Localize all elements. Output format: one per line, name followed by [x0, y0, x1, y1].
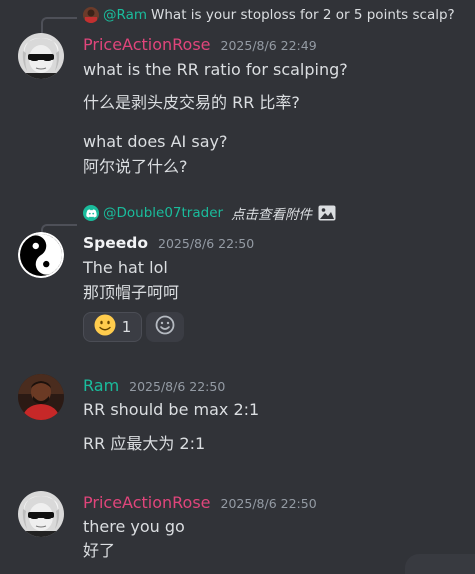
- message-text: what is the RR ratio for scalping?: [83, 60, 348, 79]
- message-input-corner[interactable]: [405, 554, 475, 574]
- message-text: 好了: [83, 541, 116, 560]
- avatar[interactable]: [18, 232, 64, 278]
- reply-username[interactable]: @Double07trader: [103, 205, 223, 221]
- reply-preview[interactable]: @Double07trader 点击查看附件: [83, 203, 336, 223]
- username[interactable]: PriceActionRose: [83, 35, 211, 54]
- reply-username[interactable]: @Ram: [103, 7, 147, 23]
- message-text: The hat lol: [83, 258, 168, 277]
- reply-attachment-text[interactable]: 点击查看附件: [231, 203, 312, 223]
- avatar[interactable]: [18, 33, 64, 79]
- reply-spine: [41, 17, 77, 33]
- message-header: PriceActionRose 2025/8/6 22:50: [83, 493, 317, 512]
- message-text: 阿尔说了什么?: [83, 157, 188, 176]
- message-header: Ram 2025/8/6 22:50: [83, 376, 225, 395]
- slightly-smiling-face-icon: [94, 314, 116, 340]
- reply-preview[interactable]: @Ram What is your stoploss for 2 or 5 po…: [83, 5, 455, 25]
- message-header: Speedo 2025/8/6 22:50: [83, 234, 254, 252]
- add-reaction-button[interactable]: [146, 312, 184, 342]
- message-text: 什么是剥头皮交易的 RR 比率?: [83, 93, 300, 112]
- username[interactable]: Ram: [83, 376, 119, 395]
- message-text: what does AI say?: [83, 132, 228, 151]
- reaction-count: 1: [121, 318, 132, 336]
- image-icon: [318, 205, 336, 221]
- avatar[interactable]: [18, 374, 64, 420]
- add-reaction-icon: [155, 315, 175, 339]
- avatar[interactable]: [18, 491, 64, 537]
- timestamp: 2025/8/6 22:50: [158, 236, 255, 251]
- reply-text: What is your stoploss for 2 or 5 points …: [151, 7, 455, 23]
- username[interactable]: PriceActionRose: [83, 493, 211, 512]
- timestamp: 2025/8/6 22:50: [129, 379, 226, 394]
- timestamp: 2025/8/6 22:50: [220, 496, 317, 511]
- chat-messages: @Ram What is your stoploss for 2 or 5 po…: [0, 0, 475, 574]
- message-header: PriceActionRose 2025/8/6 22:49: [83, 35, 317, 54]
- message-text: RR 应最大为 2:1: [83, 434, 206, 453]
- username[interactable]: Speedo: [83, 234, 148, 252]
- reply-avatar-ram: [83, 7, 99, 23]
- message-text: RR should be max 2:1: [83, 400, 260, 419]
- discord-icon: [83, 205, 99, 221]
- message-text: 那顶帽子呵呵: [83, 283, 180, 302]
- message-text: there you go: [83, 517, 185, 536]
- timestamp: 2025/8/6 22:49: [220, 38, 317, 53]
- reaction-smile[interactable]: 1: [83, 312, 142, 342]
